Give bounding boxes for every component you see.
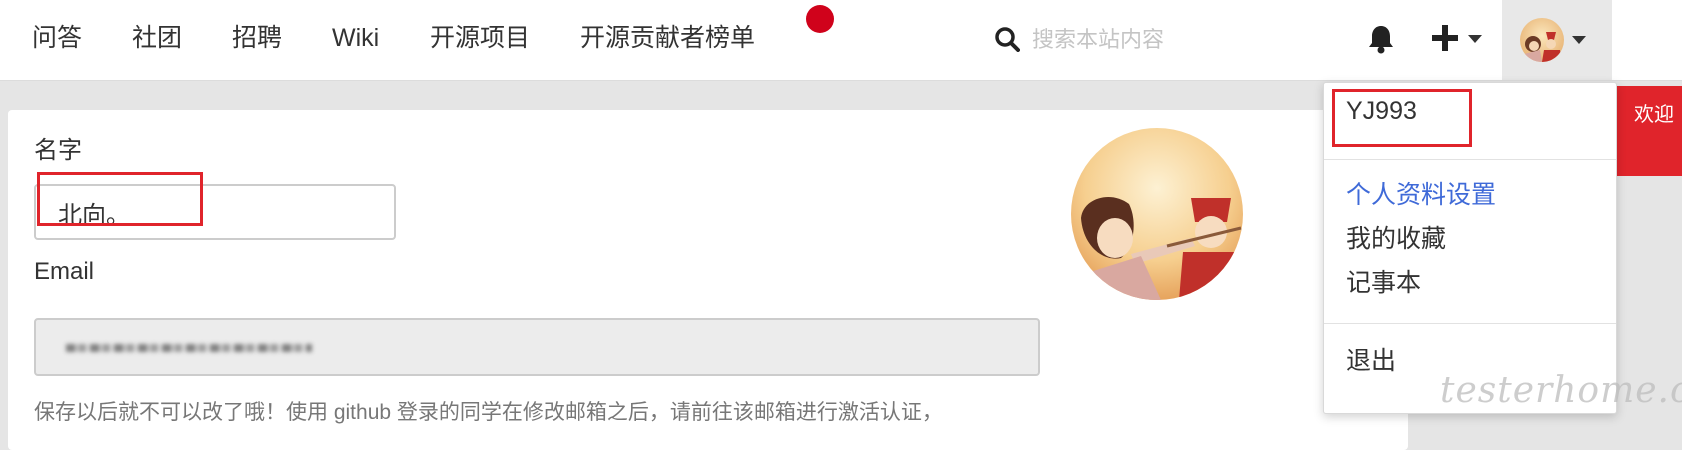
search-input[interactable] [1030,21,1294,59]
menu-item-favorites[interactable]: 我的收藏 [1346,219,1446,255]
user-menu-toggle[interactable] [1502,0,1612,80]
profile-form-panel: 名字 Email 保存以后就不可以改了哦！使用 github 登录的同学在修改邮… [8,110,1408,450]
caret-down-icon [1572,36,1586,44]
menu-item-notebook[interactable]: 记事本 [1346,263,1421,299]
top-navbar: 问答 社团 招聘 Wiki 开源项目 开源贡献者榜单 [0,0,1682,81]
nav-item-wiki[interactable]: Wiki [332,20,379,56]
bell-icon[interactable] [1367,24,1395,59]
email-redacted [66,344,312,352]
name-input[interactable] [34,184,396,240]
dropdown-divider [1324,323,1616,324]
menu-item-logout[interactable]: 退出 [1346,341,1396,377]
nav-item-jobs[interactable]: 招聘 [232,20,282,56]
menu-item-profile-settings[interactable]: 个人资料设置 [1346,175,1496,211]
welcome-ribbon: 欢迎 [1614,86,1682,176]
nav-item-opensource[interactable]: 开源项目 [430,20,530,56]
ribbon-text: 欢迎 [1634,104,1674,126]
email-help-text: 保存以后就不可以改了哦！使用 github 登录的同学在修改邮箱之后，请前往该邮… [34,401,943,424]
search-icon[interactable] [994,26,1020,57]
create-menu-toggle[interactable] [1432,22,1488,58]
avatar [1520,18,1564,62]
plus-icon [1432,25,1458,56]
user-dropdown-menu: YJ993 个人资料设置 我的收藏 记事本 退出 [1323,82,1617,414]
dropdown-username[interactable]: YJ993 [1346,97,1417,126]
nav-item-qa[interactable]: 问答 [32,20,82,56]
dropdown-divider [1324,159,1616,160]
avatar[interactable] [1071,128,1243,300]
watermark-text: testerhome.com [1440,370,1682,411]
name-label: 名字 [34,137,82,164]
nav-item-contributors[interactable]: 开源贡献者榜单 [580,20,755,56]
nav-item-clubs[interactable]: 社团 [132,20,182,56]
notification-dot [806,5,834,33]
email-label: Email [34,258,95,285]
caret-down-icon [1468,35,1482,43]
